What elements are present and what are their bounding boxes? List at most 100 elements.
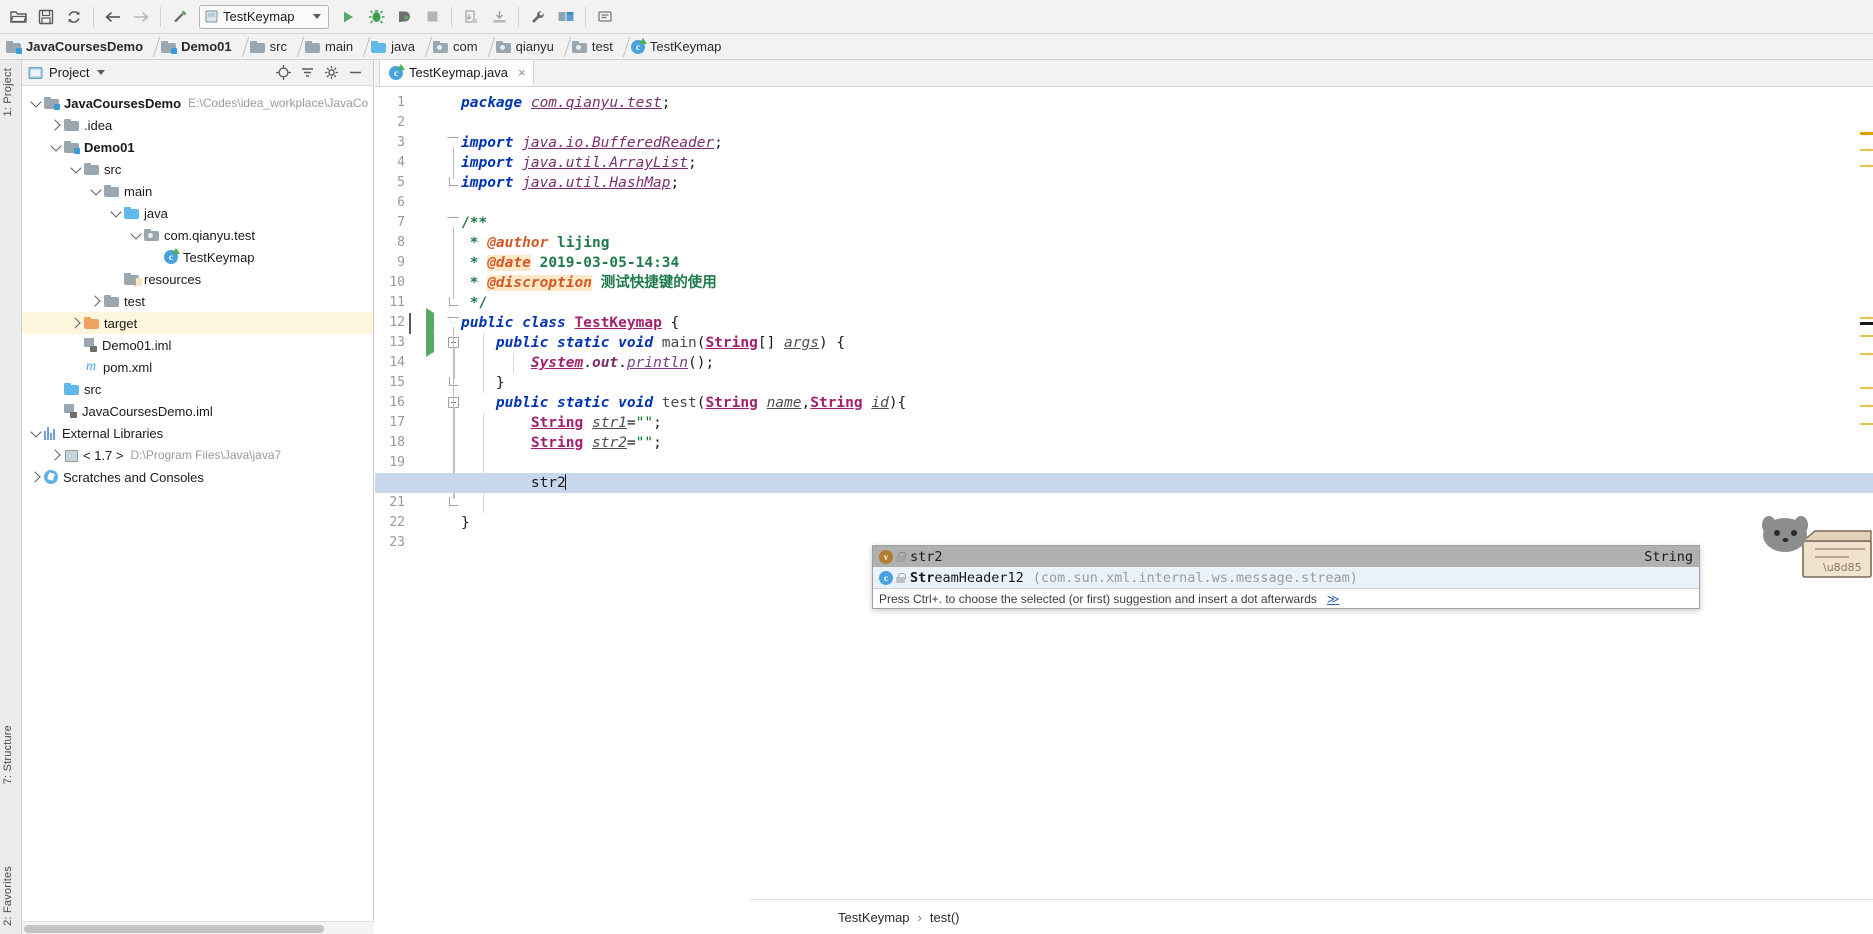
chevron-right-icon[interactable] <box>88 290 104 312</box>
marker-stripe-warning[interactable] <box>1860 165 1873 167</box>
editor-body[interactable]: 1234567891011121314151617181920212223 pa… <box>375 87 1873 899</box>
editor-gutter[interactable]: 1234567891011121314151617181920212223 <box>375 87 453 899</box>
tree-node-com-qianyu-test[interactable]: com.qianyu.test <box>22 224 373 246</box>
tree-node-idea[interactable]: .idea <box>22 114 373 136</box>
strip-button-structure[interactable]: 7: Structure <box>2 725 14 784</box>
open-folder-icon[interactable] <box>5 4 31 30</box>
line-number: 23 <box>389 535 405 550</box>
back-arrow-icon[interactable] <box>100 4 126 30</box>
tree-node-main[interactable]: main <box>22 180 373 202</box>
settings-wrench-icon[interactable] <box>525 4 551 30</box>
breadcrumb-item-javacoursesdemo[interactable]: JavaCoursesDemo <box>6 34 145 60</box>
tree-node-demo01-iml[interactable]: Demo01.iml <box>22 334 373 356</box>
editor-marker-stripe[interactable] <box>1859 87 1873 687</box>
chevron-right-icon[interactable] <box>68 312 84 334</box>
project-tree-horizontal-scrollbar[interactable] <box>22 921 374 934</box>
marker-stripe-warning[interactable] <box>1860 405 1873 407</box>
completion-item-streamheader12[interactable]: c StreamHeader12 (com.sun.xml.internal.w… <box>873 567 1699 588</box>
marker-stripe-caret-position[interactable] <box>1860 322 1873 325</box>
code-completion-popup[interactable]: v str2 String c StreamHeader12 (com.sun.… <box>872 545 1700 609</box>
tree-node-test[interactable]: test <box>22 290 373 312</box>
chevron-right-icon[interactable] <box>48 114 64 136</box>
scrollbar-thumb[interactable] <box>24 925 324 933</box>
marker-stripe-warning[interactable] <box>1860 335 1873 337</box>
tree-node-demo01[interactable]: Demo01 <box>22 136 373 158</box>
project-structure-icon[interactable] <box>553 4 579 30</box>
completion-item-str2[interactable]: v str2 String <box>873 546 1699 567</box>
code-token: ; <box>687 155 697 171</box>
tree-node-1-7[interactable]: < 1.7 > D:\Program Files\Java\java7 <box>22 444 373 466</box>
code-token: * <box>461 275 488 291</box>
chevron-down-icon[interactable] <box>128 224 144 246</box>
breadcrumb-item-demo01[interactable]: Demo01 <box>161 34 234 60</box>
marker-stripe-warning[interactable] <box>1860 353 1873 355</box>
breadcrumb-item-com[interactable]: com <box>433 34 480 60</box>
run-configuration-selector[interactable]: TestKeymap <box>199 4 329 29</box>
run-coverage-icon[interactable] <box>391 4 417 30</box>
debug-icon[interactable] <box>363 4 389 30</box>
editor-tab-testkeymap[interactable]: c TestKeymap.java × <box>379 59 534 86</box>
chevron-right-icon[interactable] <box>28 466 44 488</box>
save-all-icon[interactable] <box>33 4 59 30</box>
tree-node-javacoursesdemo-iml[interactable]: JavaCoursesDemo.iml <box>22 400 373 422</box>
project-tree[interactable]: JavaCoursesDemo E:\Codes\idea_workplace\J… <box>22 87 373 920</box>
search-everywhere-icon[interactable] <box>592 4 618 30</box>
forward-arrow-icon[interactable] <box>128 4 154 30</box>
java-class-icon: c <box>389 63 405 80</box>
sync-refresh-icon[interactable] <box>61 4 87 30</box>
toolbar-divider <box>585 6 586 27</box>
code-token: public class <box>461 315 575 331</box>
tree-node-pom-xml[interactable]: m pom.xml <box>22 356 373 378</box>
update-project-icon[interactable] <box>458 4 484 30</box>
close-icon[interactable]: × <box>518 65 526 80</box>
breadcrumb-item-main[interactable]: main <box>304 34 355 60</box>
breadcrumb-item-testkeymap[interactable]: c TestKeymap <box>630 34 724 60</box>
tree-node-src[interactable]: src <box>22 158 373 180</box>
run-gutter-icon-main[interactable] <box>423 328 439 357</box>
marker-stripe-warning[interactable] <box>1860 149 1873 151</box>
commit-icon[interactable] <box>486 4 512 30</box>
overridden-marker-icon[interactable] <box>407 313 423 334</box>
breadcrumb-item-src[interactable]: src <box>249 34 289 60</box>
tree-node-scratches-and-consoles[interactable]: Scratches and Consoles <box>22 466 373 488</box>
tree-node-resources[interactable]: resources <box>22 268 373 290</box>
chevron-down-icon[interactable] <box>68 158 84 180</box>
chevron-down-icon[interactable] <box>48 136 64 158</box>
chevron-down-icon[interactable] <box>28 422 44 444</box>
collapse-all-icon[interactable] <box>300 65 315 80</box>
completion-more-link[interactable]: ≫ <box>1327 592 1340 606</box>
breadcrumb-item-java[interactable]: java <box>371 34 417 60</box>
tree-node-javacoursesdemo[interactable]: JavaCoursesDemo E:\Codes\idea_workplace\J… <box>22 92 373 114</box>
bottom-nav-class[interactable]: TestKeymap <box>838 910 910 925</box>
chevron-down-icon[interactable] <box>313 14 321 19</box>
marker-stripe-warning[interactable] <box>1860 317 1873 319</box>
chevron-right-icon[interactable] <box>48 444 64 466</box>
tree-node-target[interactable]: target <box>22 312 373 334</box>
package-folder-icon <box>144 229 159 241</box>
hide-panel-icon[interactable] <box>348 65 363 80</box>
chevron-down-icon[interactable] <box>28 92 44 114</box>
tree-node-testkeymap[interactable]: c TestKeymap <box>22 246 373 268</box>
settings-gear-icon[interactable] <box>324 65 339 80</box>
chevron-down-icon[interactable] <box>108 202 124 224</box>
breadcrumb-item-test[interactable]: test <box>571 34 615 60</box>
tree-node-external-libraries[interactable]: External Libraries <box>22 422 373 444</box>
locate-target-icon[interactable] <box>276 65 291 80</box>
strip-button-project[interactable]: 1: Project <box>2 68 14 116</box>
line-number: 19 <box>389 455 405 470</box>
run-icon[interactable] <box>335 4 361 30</box>
build-hammer-icon[interactable] <box>167 4 193 30</box>
marker-stripe-warning[interactable] <box>1860 387 1873 389</box>
code-text-area[interactable]: package com.qianyu.test; import java.io.B… <box>375 87 1873 899</box>
breadcrumb-item-qianyu[interactable]: qianyu <box>495 34 556 60</box>
marker-stripe-warning[interactable] <box>1860 423 1873 425</box>
tree-node-java[interactable]: java <box>22 202 373 224</box>
tree-node-src[interactable]: src <box>22 378 373 400</box>
bottom-nav-method[interactable]: test() <box>930 910 960 925</box>
chevron-down-icon[interactable] <box>97 70 106 75</box>
strip-button-favorites[interactable]: 2: Favorites <box>2 866 14 926</box>
marker-stripe-warning[interactable] <box>1860 132 1873 135</box>
chevron-down-icon[interactable] <box>88 180 104 202</box>
breadcrumb-label: TestKeymap <box>649 39 722 54</box>
